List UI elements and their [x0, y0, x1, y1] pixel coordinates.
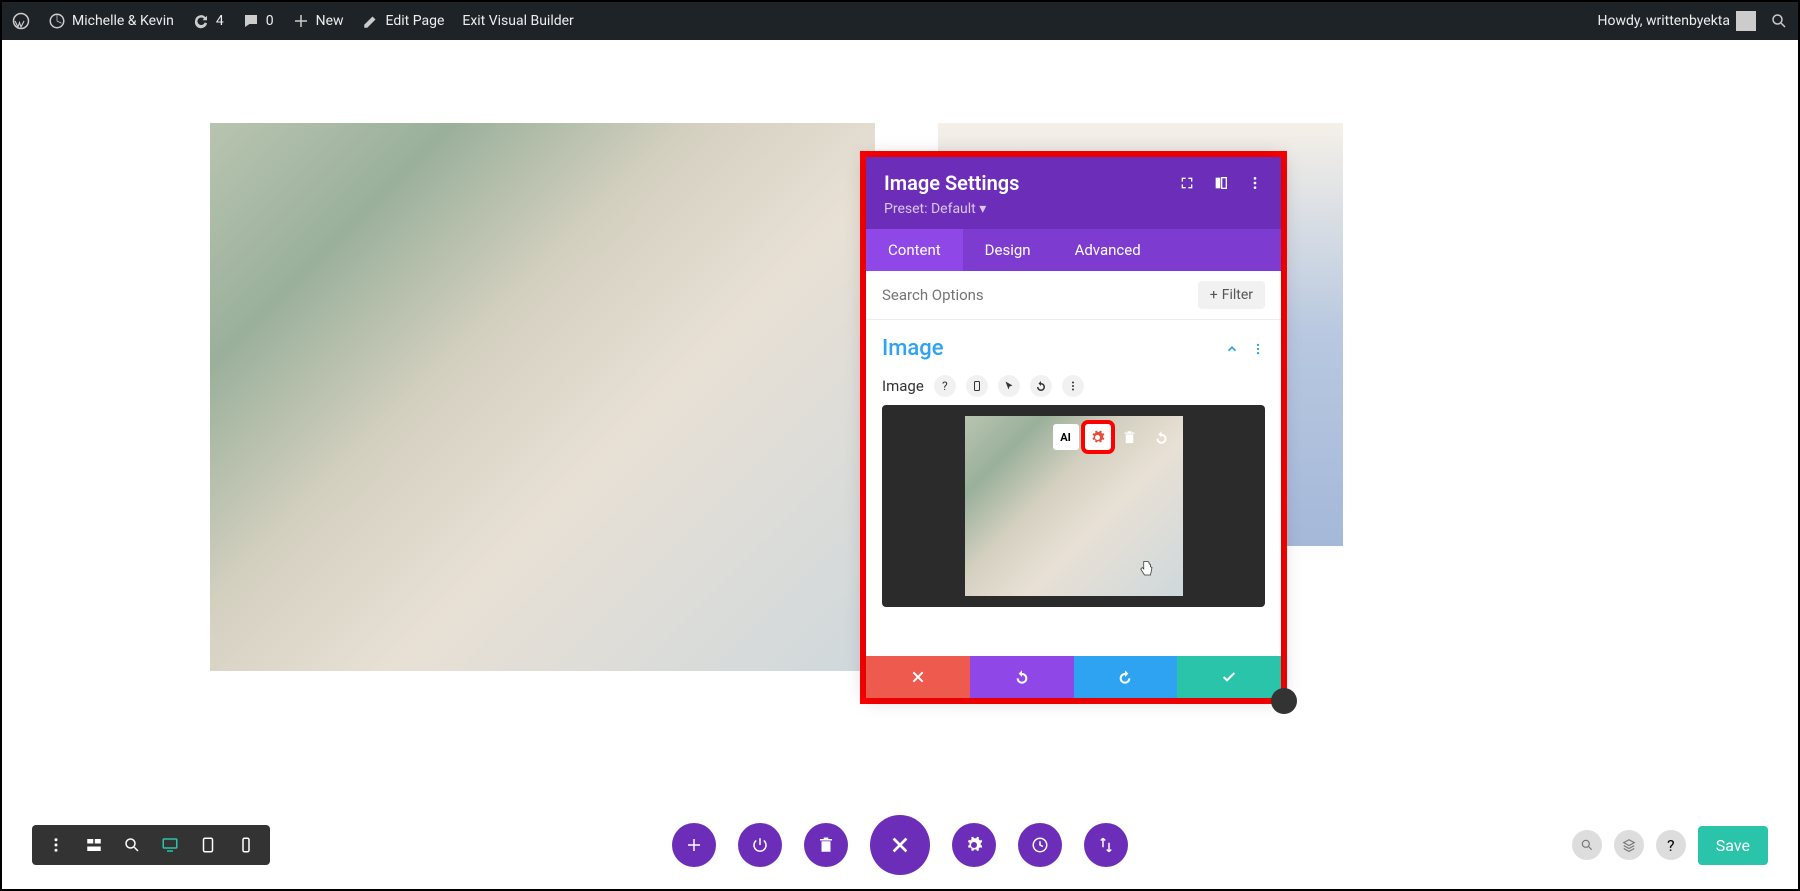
- portability-button[interactable]: [1084, 823, 1128, 867]
- main-image-module[interactable]: [210, 123, 875, 671]
- section-more-icon[interactable]: [1251, 342, 1265, 356]
- updates-count: 4: [216, 13, 224, 29]
- responsive-phone-icon[interactable]: [966, 375, 988, 397]
- find-button[interactable]: [1572, 830, 1602, 860]
- modal-body: Image Image ?: [866, 320, 1281, 656]
- snap-icon[interactable]: [1213, 175, 1229, 191]
- wp-logo[interactable]: [12, 12, 30, 30]
- add-section-button[interactable]: [672, 823, 716, 867]
- preset-selector[interactable]: Preset: Default ▾: [884, 201, 1263, 217]
- apply-button[interactable]: [1177, 656, 1281, 698]
- site-name-link[interactable]: Michelle & Kevin: [48, 12, 174, 30]
- image-preview-box[interactable]: AI: [882, 405, 1265, 607]
- comments-link[interactable]: 0: [242, 12, 274, 30]
- updates-link[interactable]: 4: [192, 12, 224, 30]
- image-settings-modal-highlight: Image Settings Preset: Default ▾ Content…: [860, 151, 1287, 704]
- image-field-label: Image: [882, 377, 924, 395]
- help-button[interactable]: ?: [1656, 830, 1686, 860]
- image-settings-modal: Image Settings Preset: Default ▾ Content…: [866, 157, 1281, 698]
- section-title: Image: [882, 336, 944, 361]
- expand-icon[interactable]: [1179, 175, 1195, 191]
- edit-page-link[interactable]: Edit Page: [362, 12, 445, 30]
- edit-page-label: Edit Page: [386, 13, 445, 29]
- image-field-label-row: Image ?: [882, 375, 1265, 397]
- chevron-up-icon[interactable]: [1225, 342, 1239, 356]
- redo-button[interactable]: [1074, 656, 1178, 698]
- reset-image-button[interactable]: [1149, 424, 1175, 450]
- desktop-view-icon[interactable]: [160, 835, 180, 855]
- delete-image-button[interactable]: [1117, 424, 1143, 450]
- phone-view-icon[interactable]: [236, 835, 256, 855]
- right-actions: ? Save: [1572, 826, 1768, 865]
- page-canvas: Image Settings Preset: Default ▾ Content…: [2, 40, 1798, 889]
- exit-visual-builder-link[interactable]: Exit Visual Builder: [462, 13, 573, 29]
- wireframe-view-icon[interactable]: [84, 835, 104, 855]
- tab-advanced[interactable]: Advanced: [1053, 229, 1163, 271]
- image-thumbnail[interactable]: AI: [965, 416, 1183, 596]
- power-button[interactable]: [738, 823, 782, 867]
- comment-icon: [242, 12, 260, 30]
- admin-bar-left: Michelle & Kevin 4 0 New Edit Page Exit …: [12, 12, 574, 30]
- new-content-link[interactable]: New: [292, 12, 344, 30]
- image-section-header[interactable]: Image: [882, 336, 1265, 361]
- page-settings-button[interactable]: [952, 823, 996, 867]
- hover-cursor-icon[interactable]: [998, 375, 1020, 397]
- search-options-input[interactable]: [882, 286, 1198, 304]
- zoom-view-icon[interactable]: [122, 835, 142, 855]
- modal-resize-grip[interactable]: [1271, 688, 1297, 714]
- greeting-text: Howdy, writtenbyekta: [1597, 13, 1730, 29]
- field-more-icon[interactable]: [1062, 375, 1084, 397]
- history-button[interactable]: [1018, 823, 1062, 867]
- ai-image-button[interactable]: AI: [1053, 424, 1079, 450]
- plus-icon: [292, 12, 310, 30]
- undo-button[interactable]: [970, 656, 1074, 698]
- admin-bar-right: Howdy, writtenbyekta: [1597, 11, 1788, 31]
- filter-button[interactable]: +Filter: [1198, 281, 1265, 309]
- search-icon: [1770, 12, 1788, 30]
- builder-bottom-toolbar: ? Save: [2, 825, 1798, 865]
- tablet-view-icon[interactable]: [198, 835, 218, 855]
- account-link[interactable]: Howdy, writtenbyekta: [1597, 11, 1756, 31]
- save-button[interactable]: Save: [1698, 826, 1768, 865]
- modal-tabs: Content Design Advanced: [866, 229, 1281, 271]
- tab-design[interactable]: Design: [963, 229, 1053, 271]
- tab-content[interactable]: Content: [866, 229, 963, 271]
- pencil-icon: [362, 12, 380, 30]
- close-builder-button[interactable]: [870, 815, 930, 875]
- modal-footer: [866, 656, 1281, 698]
- reset-icon[interactable]: [1030, 375, 1052, 397]
- exit-vb-label: Exit Visual Builder: [462, 13, 573, 29]
- new-label: New: [316, 13, 344, 29]
- image-settings-gear-button[interactable]: [1085, 424, 1111, 450]
- modal-header: Image Settings Preset: Default ▾: [866, 157, 1281, 229]
- toolbar-more-icon[interactable]: [46, 835, 66, 855]
- site-title: Michelle & Kevin: [72, 13, 174, 29]
- comments-count: 0: [266, 13, 274, 29]
- modal-title: Image Settings: [884, 171, 1019, 195]
- wp-admin-bar: Michelle & Kevin 4 0 New Edit Page Exit …: [2, 2, 1798, 40]
- center-actions: [672, 815, 1128, 875]
- view-mode-group: [32, 825, 270, 865]
- layers-button[interactable]: [1614, 830, 1644, 860]
- cursor-hand-icon: [1137, 560, 1155, 578]
- cancel-button[interactable]: [866, 656, 970, 698]
- help-icon[interactable]: ?: [934, 375, 956, 397]
- modal-search-bar: +Filter: [866, 271, 1281, 320]
- refresh-icon: [192, 12, 210, 30]
- more-icon[interactable]: [1247, 175, 1263, 191]
- search-toggle[interactable]: [1770, 12, 1788, 30]
- avatar: [1736, 11, 1756, 31]
- dashboard-icon: [48, 12, 66, 30]
- delete-button[interactable]: [804, 823, 848, 867]
